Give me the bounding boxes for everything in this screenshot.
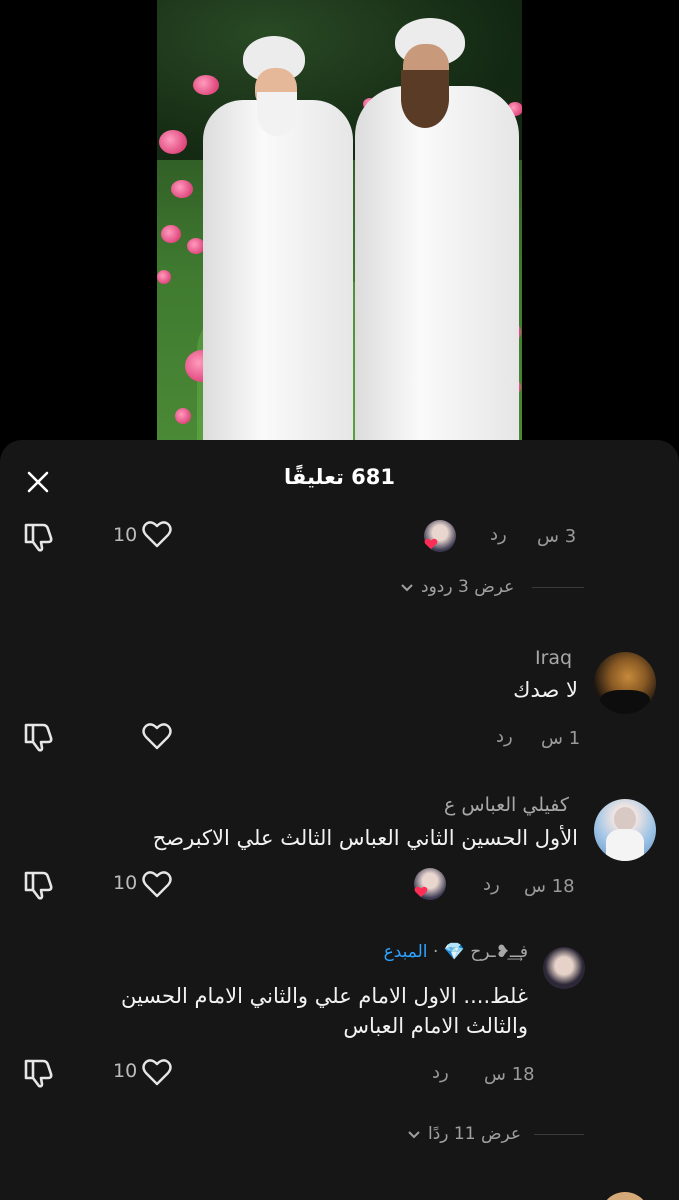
comment-time: 18 س <box>524 876 575 897</box>
heart-icon[interactable] <box>142 1058 172 1086</box>
view-replies-label: عرض 3 ردود <box>421 577 515 597</box>
comment-username[interactable]: كفيلي العباس ع <box>444 794 569 816</box>
dislike-icon[interactable] <box>22 522 54 552</box>
comment-time: 1 س <box>541 728 581 749</box>
avatar[interactable] <box>594 652 656 714</box>
comment-time: 18 س <box>484 1064 535 1085</box>
video-player[interactable] <box>0 0 679 452</box>
heart-icon[interactable] <box>142 520 172 548</box>
reply-text-line2: والثالث الامام العباس <box>343 1014 528 1038</box>
comment-username[interactable]: Iraq <box>535 647 572 669</box>
dislike-icon[interactable] <box>22 722 54 752</box>
diamond-icon: 💎 <box>443 942 465 962</box>
reply-text-line1: غلط.... الاول الامام علي والثاني الامام … <box>120 984 528 1008</box>
like-count: 10 <box>113 524 138 546</box>
creator-badge[interactable]: المبدع <box>384 942 428 962</box>
reply-button[interactable]: رد <box>432 1062 449 1083</box>
comment-time: 3 س <box>537 526 577 547</box>
comments-sheet: 681 تعليقًا 10 رد 3 س عرض 3 ردود Iraq لا… <box>0 440 679 1200</box>
reply-username[interactable]: فـ͢ـ❥ـرح <box>470 942 528 962</box>
comment-text: الأول الحسين الثاني العباس الثالث علي ال… <box>152 826 578 850</box>
dislike-icon[interactable] <box>22 1058 54 1088</box>
reply-button[interactable]: رد <box>496 726 513 747</box>
dislike-icon[interactable] <box>22 870 54 900</box>
heart-icon[interactable] <box>142 870 172 898</box>
sheet-header: 681 تعليقًا <box>0 440 679 520</box>
heart-icon[interactable] <box>142 722 172 750</box>
avatar[interactable] <box>600 1192 650 1200</box>
like-count: 10 <box>113 1060 138 1082</box>
avatar[interactable] <box>543 947 585 989</box>
comment-text: لا صدك <box>513 678 578 702</box>
heart-icon <box>414 886 428 897</box>
chevron-down-icon <box>408 1131 420 1139</box>
comments-count-title: 681 تعليقًا <box>283 465 396 489</box>
chevron-down-icon <box>401 584 413 592</box>
heart-icon <box>424 538 438 549</box>
close-icon[interactable] <box>24 468 52 496</box>
reply-header: فـ͢ـ❥ـرح 💎 · المبدع <box>340 942 528 968</box>
separator-dot: · <box>432 942 439 962</box>
view-replies-label: عرض 11 ردًا <box>428 1124 522 1144</box>
avatar[interactable] <box>594 799 656 861</box>
video-frame <box>157 0 522 452</box>
reply-button[interactable]: رد <box>483 874 500 895</box>
like-count: 10 <box>113 872 138 894</box>
reply-button[interactable]: رد <box>490 524 507 545</box>
